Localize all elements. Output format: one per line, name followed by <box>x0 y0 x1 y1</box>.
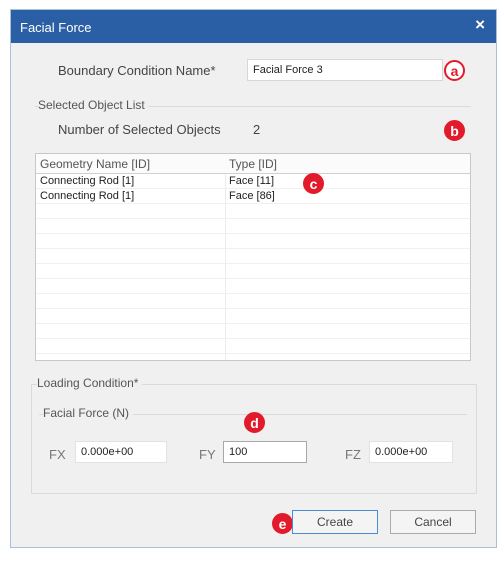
annotation-c: c <box>303 173 324 194</box>
geometry-cell: Connecting Rod [1] <box>40 175 135 187</box>
fx-label: FX <box>49 447 66 462</box>
annotation-e: e <box>272 513 293 534</box>
column-header-geometry[interactable]: Geometry Name [ID] <box>40 157 150 171</box>
empty-row <box>36 339 470 354</box>
facial-force-legend: Facial Force (N) <box>43 406 134 420</box>
fz-input[interactable]: 0.000e+00 <box>369 441 453 463</box>
type-cell: Face [86] <box>229 190 275 202</box>
table-row[interactable]: Connecting Rod [1] Face [86] <box>36 189 470 204</box>
selected-objects-table[interactable]: Geometry Name [ID] Type [ID] Connecting … <box>35 153 471 361</box>
empty-row <box>36 264 470 279</box>
empty-row <box>36 204 470 219</box>
close-icon[interactable]: × <box>475 15 485 35</box>
selected-object-legend: Selected Object List <box>38 98 149 112</box>
empty-row <box>36 279 470 294</box>
annotation-b: b <box>444 120 465 141</box>
empty-row <box>36 324 470 339</box>
column-header-type[interactable]: Type [ID] <box>229 157 277 171</box>
cancel-button[interactable]: Cancel <box>390 510 476 534</box>
loading-condition-legend: Loading Condition* <box>37 376 143 390</box>
annotation-d: d <box>244 412 265 433</box>
empty-row <box>36 219 470 234</box>
empty-row <box>36 249 470 264</box>
empty-row <box>36 234 470 249</box>
table-header: Geometry Name [ID] Type [ID] <box>36 154 470 174</box>
selected-count-label: Number of Selected Objects <box>58 122 221 137</box>
boundary-name-input[interactable]: Facial Force 3 <box>247 59 443 81</box>
create-button[interactable]: Create <box>292 510 378 534</box>
window-title: Facial Force <box>20 20 92 35</box>
empty-row <box>36 309 470 324</box>
table-row[interactable]: Connecting Rod [1] Face [11] <box>36 174 470 189</box>
boundary-name-label: Boundary Condition Name* <box>58 63 216 78</box>
fy-label: FY <box>199 447 216 462</box>
facial-force-dialog: Facial Force × Boundary Condition Name* … <box>10 9 497 548</box>
type-cell: Face [11] <box>229 175 275 187</box>
fx-input[interactable]: 0.000e+00 <box>75 441 167 463</box>
geometry-cell: Connecting Rod [1] <box>40 190 135 202</box>
fy-input[interactable]: 100 <box>223 441 307 463</box>
empty-row <box>36 294 470 309</box>
fz-label: FZ <box>345 447 361 462</box>
annotation-a: a <box>444 60 465 81</box>
selected-count-value: 2 <box>253 122 261 137</box>
title-bar: Facial Force × <box>11 10 496 43</box>
